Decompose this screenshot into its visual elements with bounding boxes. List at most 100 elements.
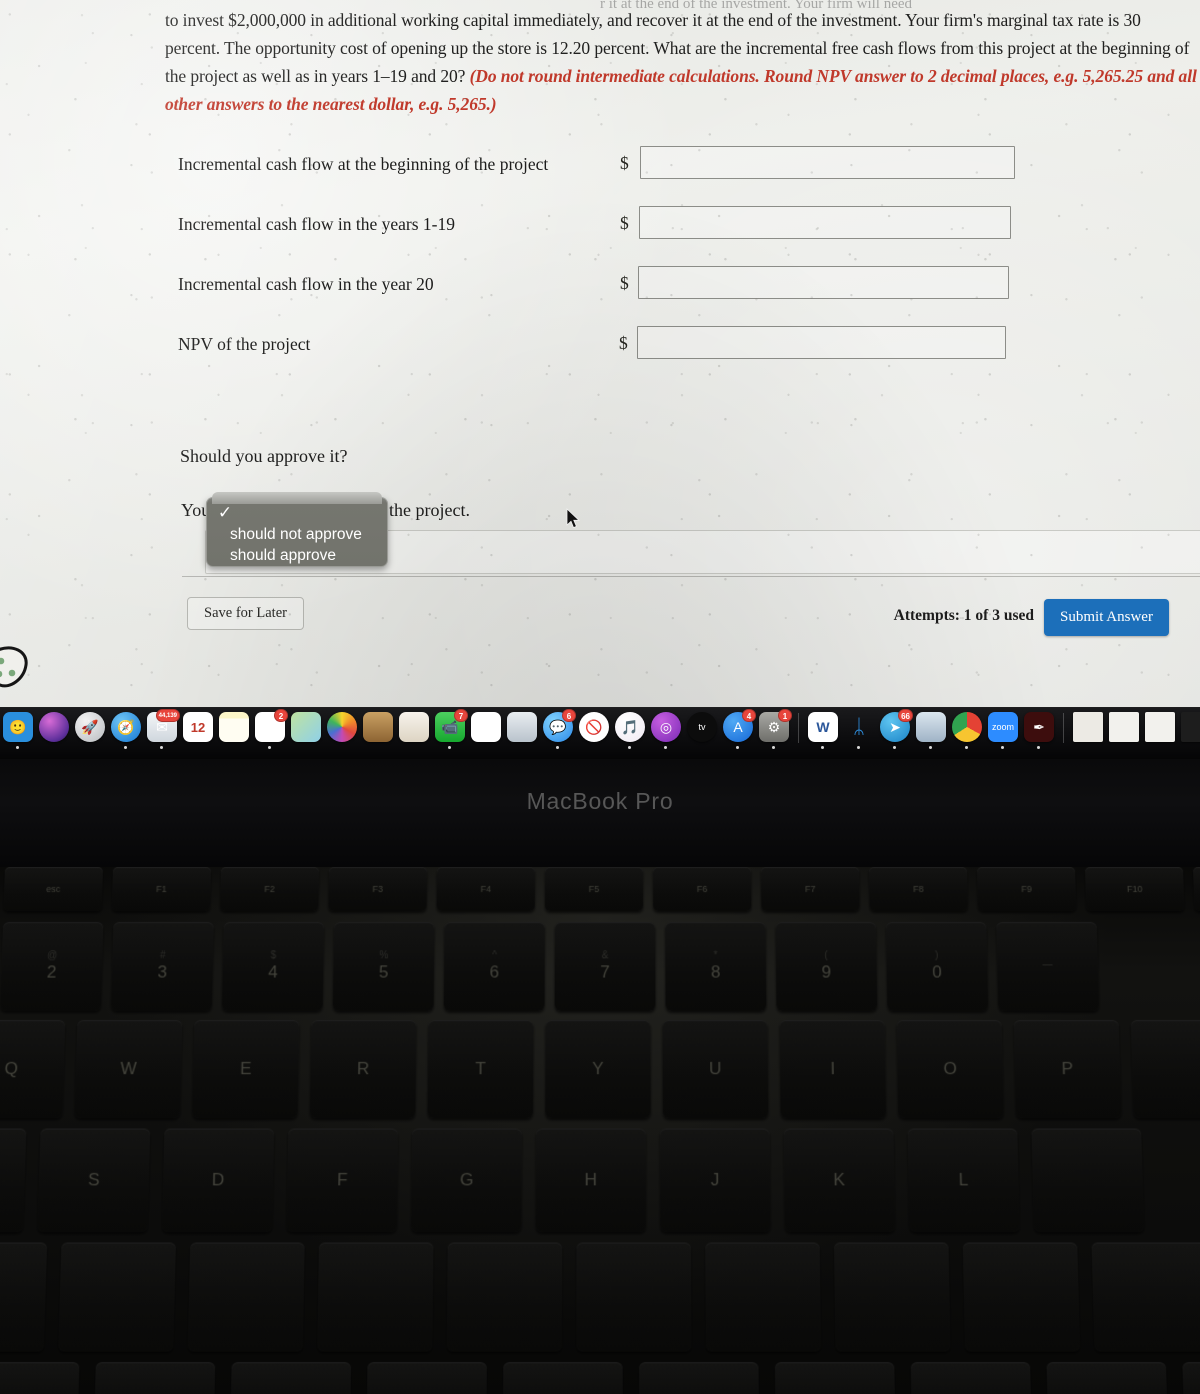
- key-b-1[interactable]: [58, 1242, 176, 1352]
- keynote-icon[interactable]: [505, 711, 539, 751]
- key-k[interactable]: K: [783, 1128, 896, 1233]
- key-b2-7[interactable]: [910, 1362, 1032, 1394]
- zoom-icon[interactable]: zoom: [986, 711, 1020, 751]
- messages-icon[interactable]: 💬 6: [541, 709, 576, 751]
- key-o[interactable]: O: [896, 1020, 1004, 1119]
- key-u[interactable]: U: [662, 1020, 769, 1119]
- key-s[interactable]: S: [37, 1128, 151, 1233]
- key-b2-0[interactable]: [0, 1362, 80, 1394]
- adobe-icon[interactable]: ✒: [1022, 711, 1056, 751]
- year-20-cash-flow-input[interactable]: [638, 266, 1009, 299]
- key-l[interactable]: L: [907, 1128, 1020, 1233]
- key-b2-2[interactable]: [230, 1362, 352, 1394]
- key-num-9[interactable]: —: [996, 922, 1100, 1012]
- key-b-8[interactable]: [962, 1242, 1081, 1352]
- key-b2-5[interactable]: [639, 1362, 760, 1394]
- key-f11[interactable]: F11: [1193, 867, 1200, 912]
- key-9[interactable]: (9: [775, 922, 878, 1012]
- app-store-icon[interactable]: A4: [721, 709, 756, 751]
- pages-icon[interactable]: [397, 711, 431, 751]
- siri-icon[interactable]: [37, 711, 71, 751]
- document-window-1[interactable]: [1071, 711, 1105, 751]
- dropdown-option-should-not-approve[interactable]: should not approve: [230, 524, 362, 545]
- beginning-cash-flow-input[interactable]: [640, 146, 1015, 179]
- key-d[interactable]: D: [161, 1128, 275, 1233]
- key-b2-3[interactable]: [366, 1362, 487, 1394]
- key-7[interactable]: & 7: [554, 922, 656, 1012]
- key-b2-6[interactable]: [774, 1362, 896, 1394]
- trash-icon[interactable]: [1179, 711, 1200, 751]
- mail-icon[interactable]: ✉ 44,139: [145, 709, 180, 751]
- key-f2[interactable]: F2: [220, 867, 319, 912]
- key-b-9[interactable]: [1091, 1242, 1200, 1352]
- key-b-7[interactable]: [834, 1242, 951, 1352]
- key-b-6[interactable]: [705, 1242, 822, 1352]
- key-r[interactable]: R: [309, 1020, 417, 1119]
- podcasts-icon[interactable]: ◎: [649, 711, 683, 751]
- key-b-3[interactable]: [317, 1242, 434, 1352]
- key-f6[interactable]: F6: [653, 867, 752, 912]
- key-f3[interactable]: F3: [328, 867, 427, 912]
- keyboard-space-row[interactable]: [0, 1362, 1200, 1394]
- keyboard-function-row[interactable]: esc F1 F2 F3 F4 F5 F6 F7 F8 F9 F10 F11: [0, 867, 1200, 912]
- document-window-2[interactable]: [1107, 711, 1141, 751]
- system-preferences-icon[interactable]: ⚙ 1: [757, 709, 792, 751]
- key-b-2[interactable]: [187, 1242, 305, 1352]
- key-f9[interactable]: F9: [977, 867, 1077, 912]
- key-a[interactable]: A: [0, 1128, 27, 1233]
- numbers-icon[interactable]: [469, 711, 503, 751]
- dropdown-option-should-approve[interactable]: should approve: [230, 545, 336, 566]
- key-b2-9[interactable]: [1182, 1362, 1200, 1394]
- key-6[interactable]: ^ 6: [443, 922, 545, 1012]
- key-j[interactable]: J: [659, 1128, 771, 1233]
- key-4[interactable]: $4: [221, 922, 325, 1012]
- contacts-icon[interactable]: [361, 711, 395, 751]
- key-f4[interactable]: F4: [436, 867, 535, 912]
- key-f1[interactable]: F1: [111, 867, 211, 912]
- key-p[interactable]: P: [1013, 1020, 1122, 1119]
- key-h-9[interactable]: [1031, 1128, 1145, 1233]
- key-g[interactable]: G: [411, 1128, 522, 1233]
- notes-icon[interactable]: [217, 711, 251, 751]
- key-b-5[interactable]: [576, 1242, 692, 1352]
- preview-icon[interactable]: [914, 711, 948, 751]
- key-f7[interactable]: F7: [761, 867, 860, 912]
- submit-answer-button[interactable]: Submit Answer: [1044, 599, 1169, 636]
- key-h[interactable]: H: [535, 1128, 646, 1233]
- key-f8[interactable]: F8: [869, 867, 968, 912]
- key-b2-8[interactable]: [1046, 1362, 1168, 1394]
- safari-icon[interactable]: 🧭: [109, 711, 143, 751]
- facetime-icon[interactable]: 📹 7: [433, 709, 468, 751]
- telegram-icon[interactable]: ➤ 66: [878, 709, 913, 751]
- calendar-icon[interactable]: 12: [181, 711, 215, 751]
- microsoft-word-icon[interactable]: W: [806, 711, 840, 751]
- photos-icon[interactable]: [325, 711, 359, 751]
- do-not-disturb-icon[interactable]: 🚫: [577, 711, 611, 751]
- key-esc[interactable]: esc: [3, 867, 103, 912]
- key-f[interactable]: F: [286, 1128, 398, 1233]
- keyboard-bottom-row[interactable]: [0, 1242, 1200, 1352]
- key-f5[interactable]: F5: [544, 867, 644, 912]
- key-f10[interactable]: F10: [1085, 867, 1185, 912]
- document-window-3[interactable]: [1143, 711, 1177, 751]
- macos-dock[interactable]: 🙂 🚀 🧭 ✉ 44,139 12 2 📹 7 💬 6 🚫 🎵 ◎ tv A 4 ⚙ 1 W ᛦ ➤ 66 zoom ✒: [0, 707, 1200, 759]
- key-y[interactable]: Y: [545, 1020, 651, 1119]
- bluetooth-icon[interactable]: ᛦ: [842, 711, 876, 751]
- key-5[interactable]: % 5: [332, 922, 435, 1012]
- key-w[interactable]: W: [74, 1020, 183, 1119]
- key-2[interactable]: @2: [0, 922, 104, 1012]
- itunes-music-icon[interactable]: 🎵: [613, 711, 647, 751]
- key-q-10[interactable]: [1130, 1020, 1200, 1119]
- key-0[interactable]: ) 0: [885, 922, 989, 1012]
- keyboard-home-row[interactable]: ASDFGHJKL: [0, 1128, 1151, 1233]
- keyboard-number-row[interactable]: @2 #3 $4% 5 ^ 6 & 7 * 8(9) 0—: [0, 922, 1104, 1012]
- years-1-19-cash-flow-input[interactable]: [639, 206, 1011, 239]
- key-t[interactable]: T: [427, 1020, 534, 1119]
- key-i[interactable]: I: [779, 1020, 887, 1119]
- finder-icon[interactable]: 🙂: [1, 711, 35, 751]
- apple-tv-icon[interactable]: tv: [685, 711, 719, 751]
- key-e[interactable]: E: [192, 1020, 300, 1119]
- key-q[interactable]: Q: [0, 1020, 66, 1119]
- approve-dropdown-menu[interactable]: ✓ should not approve should approve: [206, 492, 388, 567]
- google-chrome-icon[interactable]: [950, 711, 984, 751]
